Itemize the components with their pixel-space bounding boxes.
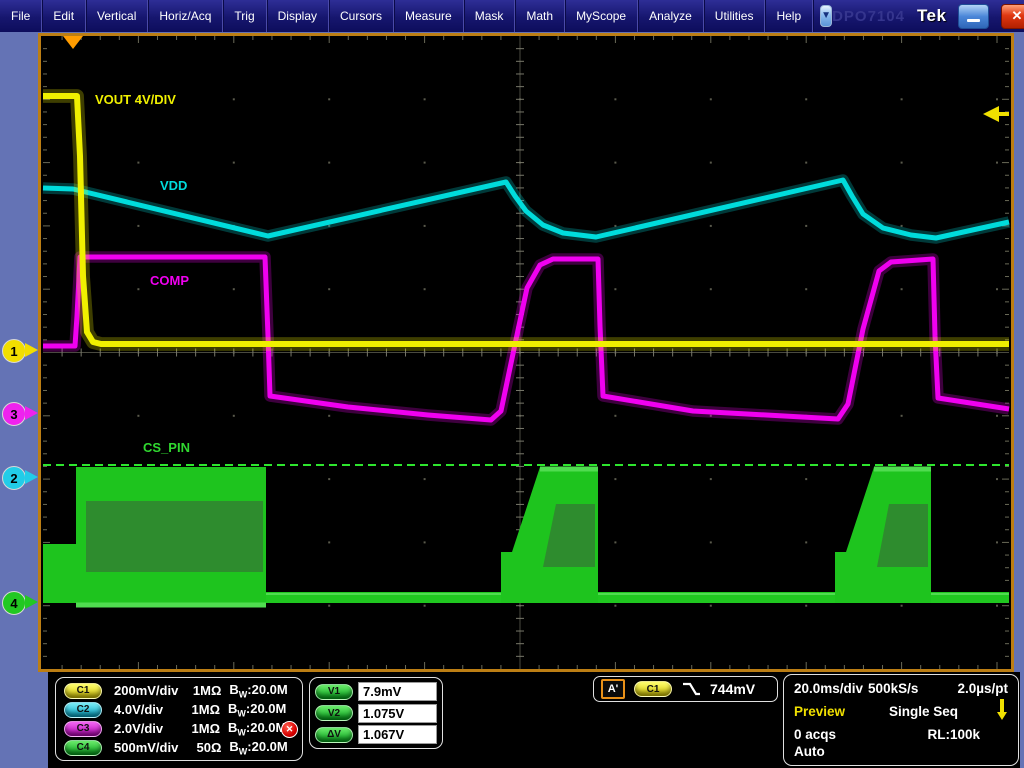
trigger-a-badge: A' (601, 679, 625, 699)
channel-marker-arrow-1 (25, 343, 38, 357)
menu-item-horizacq[interactable]: Horiz/Acq (148, 0, 223, 32)
channel-readout-panel[interactable]: C1200mV/div1MΩBW:20.0MC24.0V/div1MΩBW:20… (55, 677, 303, 761)
menu-bar: FileEditVerticalHoriz/AcqTrigDisplayCurs… (0, 0, 1024, 32)
channel-marker-3[interactable]: 3 (2, 402, 26, 426)
trace-label-cs_pin: CS_PIN (143, 440, 190, 455)
menu-item-mask[interactable]: Mask (464, 0, 516, 32)
channel-readout-row-c2[interactable]: C2 4.0V/div1MΩ BW:20.0M (64, 701, 294, 719)
preview-status: Preview (794, 704, 845, 719)
minimize-icon (967, 19, 980, 22)
menu-item-measure[interactable]: Measure (394, 0, 464, 32)
channel-badge-c4: C4 (64, 740, 102, 756)
chevron-down-icon: ▼ (821, 11, 831, 21)
menu-item-math[interactable]: Math (515, 0, 565, 32)
title-bar-right: DPO7104 Tek ✕ (832, 4, 1024, 29)
cursor-badge: V1 (315, 684, 353, 700)
horizontal-readout-panel[interactable]: 20.0ms/div 500kS/s 2.0µs/pt Preview Sing… (783, 674, 1019, 766)
channel-readout-row-c3[interactable]: C32.0V/div1MΩBW:20.0M✕ (64, 720, 294, 738)
cursor-row-3: ΔV 1.067V (315, 725, 437, 744)
trigger-mode: Auto (794, 744, 825, 759)
menu-item-myscope[interactable]: MyScope (565, 0, 638, 32)
trigger-level-line (999, 112, 1009, 116)
trigger-level-arrow (983, 106, 999, 122)
trace-label-comp: COMP (150, 273, 189, 288)
trigger-mode-row: Auto (794, 744, 1008, 759)
close-button[interactable]: ✕ (1001, 4, 1024, 29)
minimize-button[interactable] (958, 4, 989, 29)
channel-marker-arrow-2 (25, 470, 38, 484)
channel-impedance-value: 1MΩ (176, 721, 220, 736)
channel-badge-c3: C3 (64, 721, 102, 737)
cursor-value: 1.075V (358, 704, 437, 723)
channel-badge-c2: C2 (64, 702, 102, 718)
tek-logo: Tek (917, 6, 947, 26)
menu-overflow-button[interactable]: ▼ (820, 5, 832, 27)
cursor-value: 7.9mV (358, 682, 437, 701)
readout-bar: C1200mV/div1MΩBW:20.0MC24.0V/div1MΩBW:20… (48, 672, 1020, 768)
temperature-icon (996, 698, 1008, 724)
channel-impedance-value: 1MΩ (176, 702, 220, 717)
menu-item-help[interactable]: Help (765, 0, 813, 32)
record-length: RL:100k (927, 727, 980, 742)
channel-bandwidth-value: BW:20.0M (229, 739, 294, 757)
acquisition-count-row: 0 acqs RL:100k (794, 727, 1008, 742)
channel-badge-c1: C1 (64, 683, 102, 699)
trace-label-vdd: VDD (160, 178, 187, 193)
channel-bandwidth-value: BW:20.0M (229, 682, 294, 700)
cursor-row-2: V2 1.075V (315, 704, 437, 723)
channel-scale-value: 500mV/div (114, 740, 178, 755)
waveform-canvas: VOUT 4V/DIV VDD COMP CS_PIN (41, 36, 1011, 669)
menu-item-file[interactable]: File (0, 0, 42, 32)
trace-cs-pin-burst-1 (43, 544, 76, 603)
trigger-level-value: 744mV (710, 681, 755, 697)
sample-rate-value: 500kS/s (868, 681, 918, 696)
acquisition-mode: Single Seq (889, 704, 958, 719)
menu-item-edit[interactable]: Edit (42, 0, 86, 32)
cursor-readout-panel[interactable]: V1 7.9mV V2 1.075V ΔV 1.067V (309, 677, 443, 749)
trace-label-vout: VOUT 4V/DIV (95, 92, 176, 107)
channel-error-icon[interactable]: ✕ (281, 721, 298, 738)
trigger-source-badge: C1 (634, 681, 672, 697)
channel-scale-value: 2.0V/div (114, 721, 176, 736)
menu-item-analyze[interactable]: Analyze (638, 0, 704, 32)
channel-marker-arrow-4 (25, 595, 38, 609)
channel-readout-row-c4[interactable]: C4 500mV/div50Ω BW:20.0M (64, 739, 294, 757)
cursor-badge: ΔV (315, 727, 353, 743)
menu-item-vertical[interactable]: Vertical (86, 0, 148, 32)
menu-item-cursors[interactable]: Cursors (329, 0, 394, 32)
falling-edge-icon (681, 681, 701, 697)
channel-bandwidth-value: BW:20.0M (228, 701, 294, 719)
channel-impedance-value: 1MΩ (178, 683, 221, 698)
model-label: DPO7104 (832, 8, 905, 25)
trace-cs-pin-burst-dim-2 (86, 501, 263, 572)
cursor-row-1: V1 7.9mV (315, 682, 437, 701)
channel-readout-row-c1[interactable]: C1 200mV/div1MΩ BW:20.0M (64, 682, 294, 700)
channel-marker-2[interactable]: 2 (2, 466, 26, 490)
channel-scale-value: 4.0V/div (114, 702, 176, 717)
acquisition-count: 0 acqs (794, 727, 836, 742)
timebase-row: 20.0ms/div 500kS/s 2.0µs/pt (794, 681, 1008, 696)
timebase-value: 20.0ms/div (794, 681, 863, 696)
menu-item-utilities[interactable]: Utilities (704, 0, 766, 32)
cursor-value: 1.067V (358, 725, 437, 744)
menu-item-display[interactable]: Display (267, 0, 329, 32)
menu-items: FileEditVerticalHoriz/AcqTrigDisplayCurs… (0, 0, 813, 32)
menu-item-trig[interactable]: Trig (223, 0, 266, 32)
resolution-value: 2.0µs/pt (957, 681, 1008, 696)
cursor-badge: V2 (315, 705, 353, 721)
channel-marker-arrow-3 (25, 406, 38, 420)
channel-marker-1[interactable]: 1 (2, 339, 26, 363)
channel-impedance-value: 50Ω (178, 740, 221, 755)
trigger-position-marker[interactable] (63, 36, 83, 49)
channel-marker-4[interactable]: 4 (2, 591, 26, 615)
waveform-display[interactable]: VOUT 4V/DIV VDD COMP CS_PIN (38, 33, 1014, 672)
acquisition-mode-row: Preview Single Seq (794, 698, 1008, 724)
channel-scale-value: 200mV/div (114, 683, 178, 698)
trigger-readout-panel[interactable]: A' C1 744mV (593, 676, 778, 702)
